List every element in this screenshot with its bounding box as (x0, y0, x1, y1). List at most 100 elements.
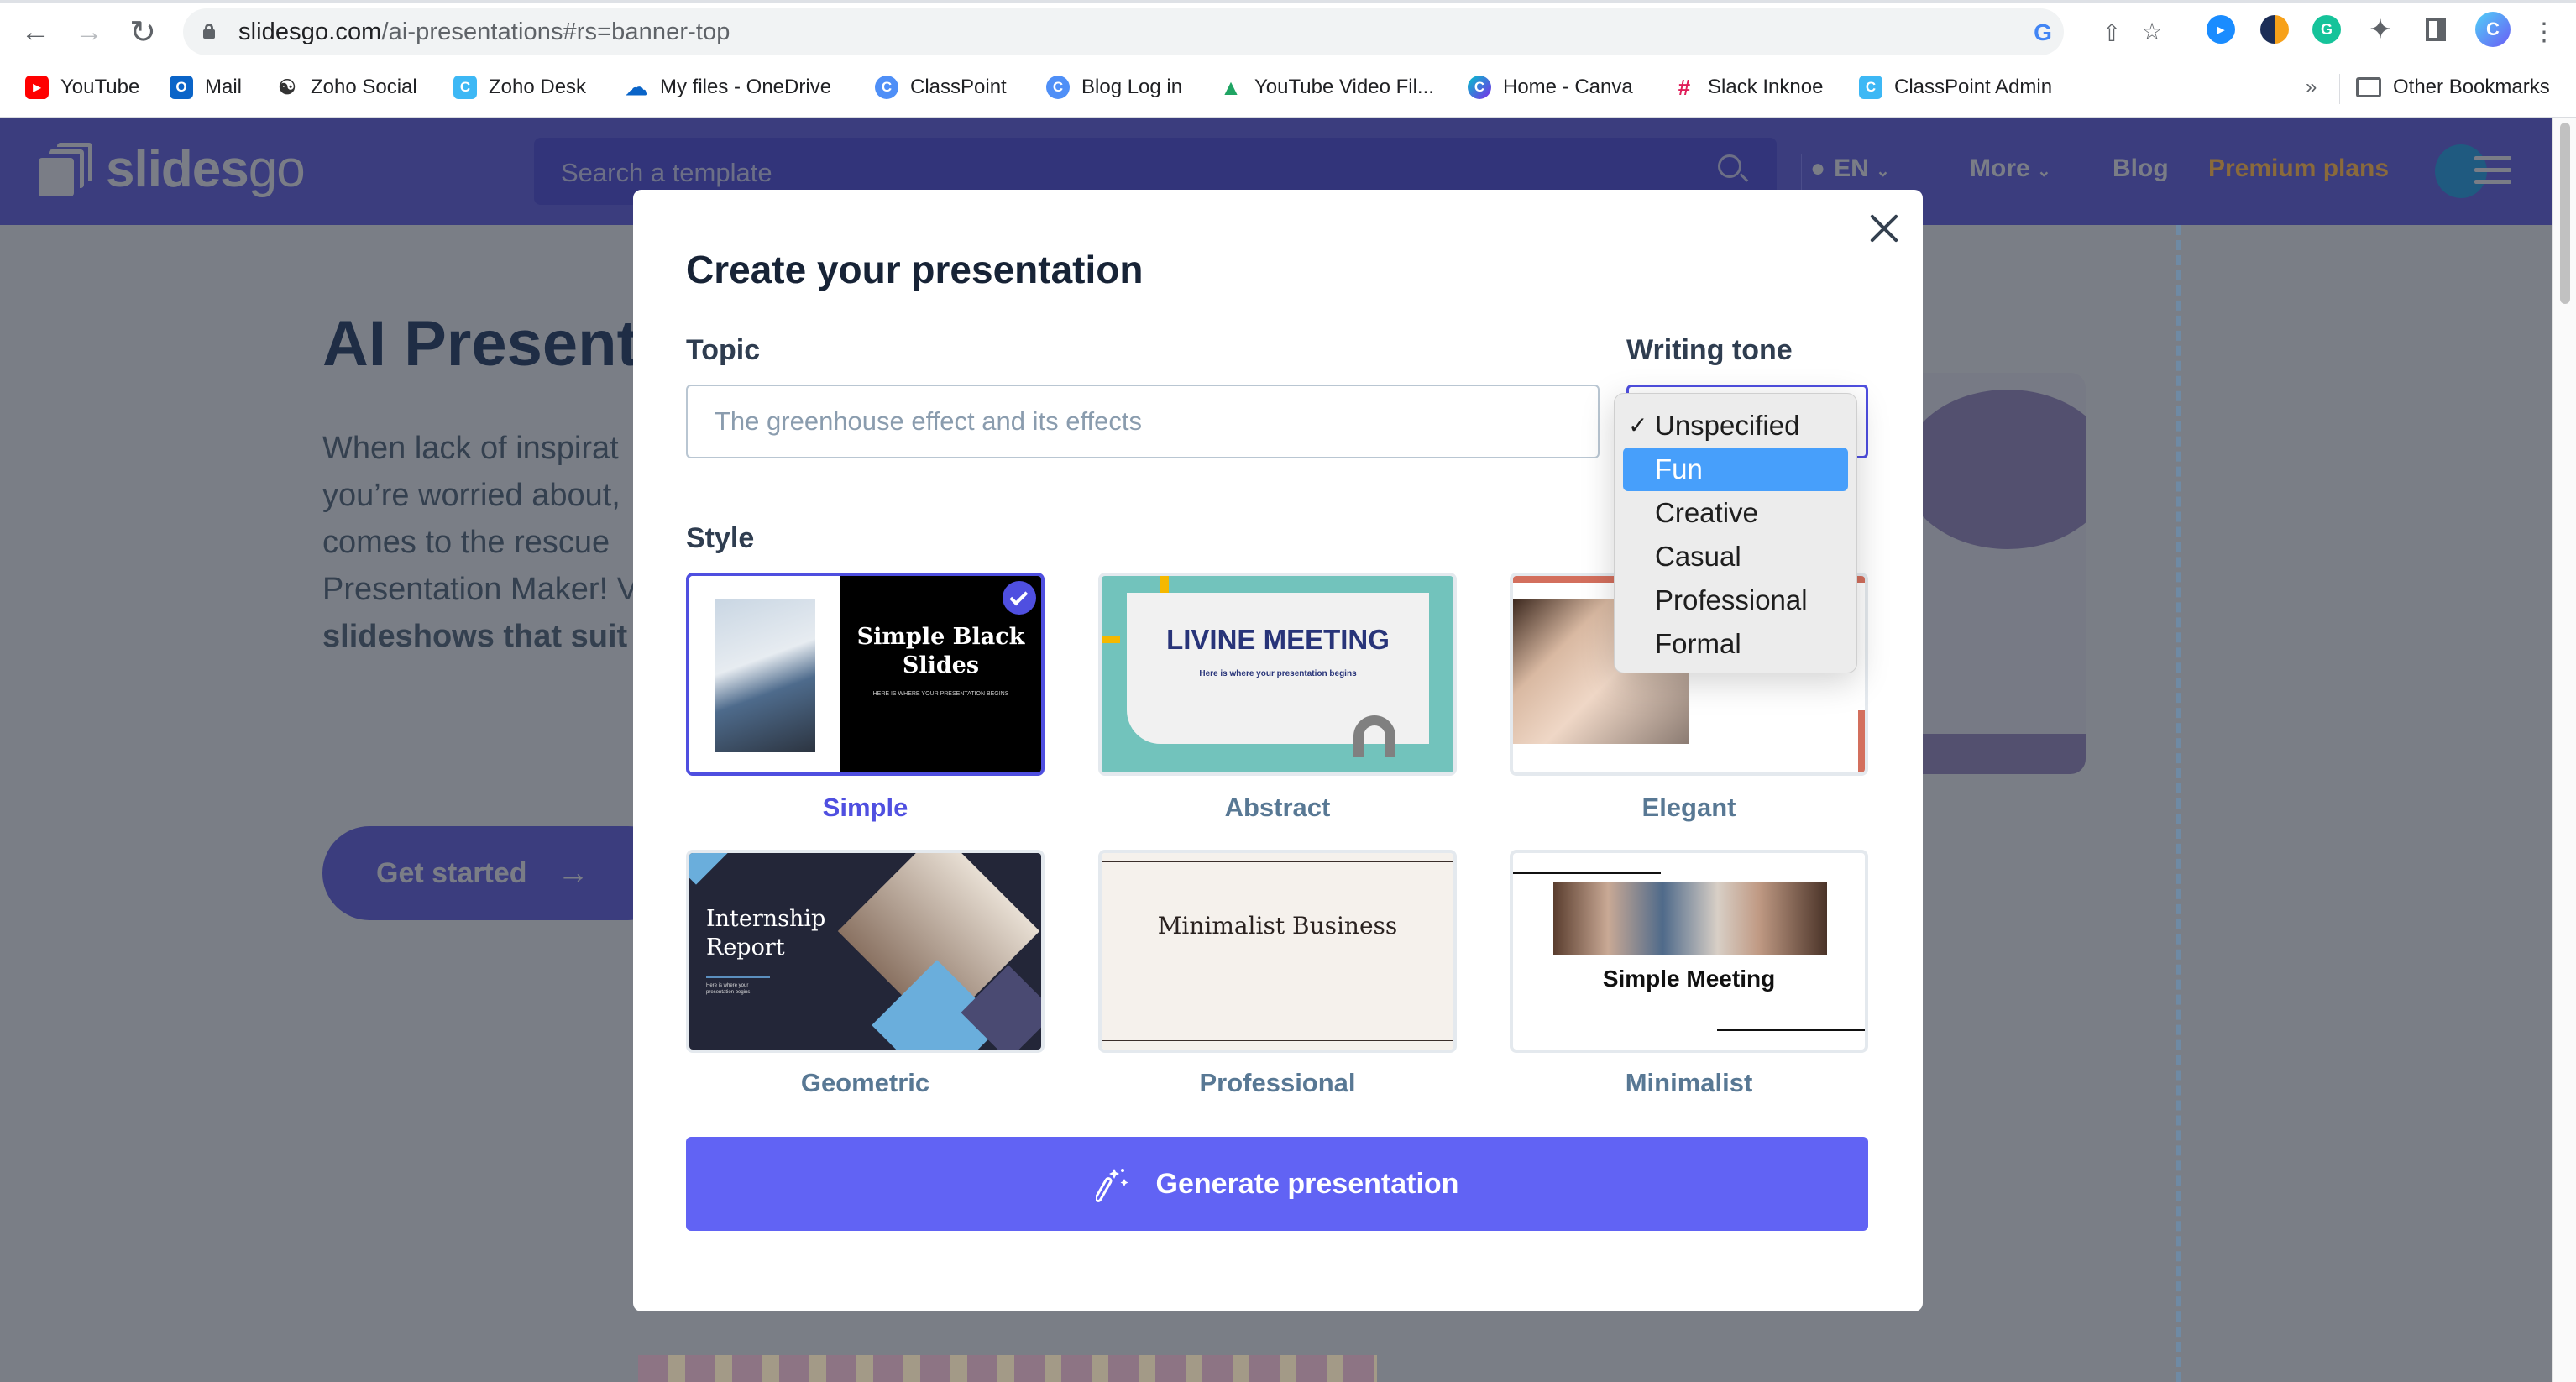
tone-option-creative[interactable]: Creative (1623, 491, 1848, 535)
bookmark-youtube[interactable]: ▶ YouTube (25, 72, 139, 102)
nav-more-label: More (1970, 154, 2030, 182)
close-icon[interactable] (1864, 208, 1904, 249)
style-label-professional[interactable]: Professional (1098, 1068, 1457, 1098)
search-icon[interactable] (1718, 154, 1751, 188)
selected-check-icon (1003, 581, 1036, 615)
topic-input[interactable] (686, 385, 1600, 458)
bookmark-zoho-desk[interactable]: C Zoho Desk (453, 72, 586, 102)
browser-toolbar: ← → ↻ slidesgo.com/ai-presentations#rs=b… (0, 0, 2576, 60)
language-selector[interactable]: ● EN ⌄ (1810, 154, 1890, 183)
decorative-dashed-line (2176, 225, 2181, 1382)
youtube-icon: ▶ (25, 76, 49, 99)
url-host: slidesgo.com (238, 18, 382, 45)
url-text[interactable]: slidesgo.com/ai-presentations#rs=banner-… (238, 18, 730, 46)
slack-icon: # (1678, 74, 1691, 100)
bookmark-youtube-video-filter[interactable]: ▲ YouTube Video Fil... (1219, 72, 1434, 102)
style-label-abstract[interactable]: Abstract (1098, 793, 1457, 823)
side-panel-icon[interactable] (2422, 15, 2450, 44)
menu-icon[interactable] (2474, 156, 2511, 191)
extensions-puzzle-icon[interactable]: ✦ (2366, 15, 2395, 44)
nav-more[interactable]: More ⌄ (1970, 154, 2051, 183)
writing-tone-label: Writing tone (1626, 334, 1793, 366)
chevron-down-icon: ⌄ (1876, 162, 1890, 181)
bookmark-label: Home - Canva (1503, 76, 1633, 98)
style-card-abstract[interactable]: LIVINE MEETING Here is where your present… (1098, 573, 1457, 776)
bookmark-home-canva[interactable]: C Home - Canva (1468, 72, 1633, 102)
bookmark-label: Blog Log in (1081, 76, 1183, 98)
profile-avatar-icon[interactable]: C (2475, 12, 2511, 47)
s-extension-icon[interactable] (2260, 15, 2289, 44)
classpoint-icon: C (1046, 76, 1070, 99)
bookmark-slack-inknoe[interactable]: # Slack Inknoe (1673, 72, 1824, 102)
bookmarks-overflow-button[interactable]: » (2306, 72, 2317, 102)
address-bar[interactable]: slidesgo.com/ai-presentations#rs=banner-… (183, 8, 2122, 55)
globe-icon: ● (1810, 154, 1826, 182)
back-arrow-icon[interactable]: ← (18, 15, 52, 49)
lock-icon[interactable] (203, 24, 215, 39)
style-label-elegant[interactable]: Elegant (1510, 793, 1868, 823)
nav-divider (1801, 154, 1802, 193)
style-label-minimalist[interactable]: Minimalist (1510, 1068, 1868, 1098)
thumbnail-photo (1553, 882, 1827, 955)
style-thumbnail: LIVINE MEETING Here is where your present… (1102, 576, 1453, 772)
generate-presentation-button[interactable]: Generate presentation (686, 1137, 1868, 1231)
style-card-minimalist[interactable]: Simple Meeting (1510, 850, 1868, 1053)
search-placeholder: Search a template (561, 158, 772, 187)
nav-blog[interactable]: Blog (2113, 154, 2169, 183)
nav-premium-plans[interactable]: Premium plans (2208, 154, 2389, 183)
tone-option-casual[interactable]: Casual (1623, 535, 1848, 578)
chrome-menu-icon[interactable]: ⋮ (2527, 15, 2561, 49)
hero-title: AI Present (322, 308, 638, 380)
bookmark-star-icon[interactable]: ☆ (2139, 18, 2165, 44)
decorative-bottom-art (638, 1355, 1377, 1382)
slidesgo-logo[interactable]: slidesgo (39, 140, 306, 198)
checkmark-icon: ✓ (1628, 412, 1648, 438)
thumbnail-title: Minimalist Business (1157, 912, 1398, 940)
scrollbar-thumb[interactable] (2560, 123, 2570, 304)
iq-player-extension-icon[interactable]: ▶ (2207, 15, 2235, 44)
chevron-down-icon: ⌄ (2037, 162, 2051, 181)
style-card-simple[interactable]: Simple Black Slides HERE IS WHERE YOUR PR… (686, 573, 1045, 776)
modal-title: Create your presentation (686, 248, 1144, 291)
thumbnail-subtitle: Here is where your presentation begins (706, 983, 751, 995)
reload-icon[interactable]: ↻ (126, 15, 160, 50)
url-path: /ai-presentations#rs=banner-top (381, 18, 730, 45)
topic-label: Topic (686, 334, 761, 366)
tone-option-professional[interactable]: Professional (1623, 578, 1848, 622)
thumbnail-title: LIVINE MEETING (1166, 624, 1390, 655)
bookmark-label: Mail (205, 76, 243, 98)
tab-strip-edge (0, 0, 2576, 3)
bookmark-classpoint[interactable]: C ClassPoint (875, 72, 1007, 102)
hero-line-bold: slideshows that suit (322, 619, 628, 654)
classpoint-icon: C (453, 76, 477, 99)
other-bookmarks-folder[interactable]: Other Bookmarks (2356, 72, 2550, 102)
tone-option-formal[interactable]: Formal (1623, 622, 1848, 666)
bookmark-onedrive[interactable]: ☁ My files - OneDrive (625, 72, 831, 102)
tone-option-fun[interactable]: Fun (1623, 448, 1848, 491)
google-lens-icon[interactable]: G (2030, 19, 2055, 45)
thumbnail-subtitle: HERE IS WHERE YOUR PRESENTATION BEGINS (872, 691, 1009, 697)
style-thumbnail: Minimalist Business (1102, 853, 1453, 1050)
style-card-professional[interactable]: Minimalist Business (1098, 850, 1457, 1053)
bookmark-label: ClassPoint Admin (1894, 76, 2053, 98)
forward-arrow-icon[interactable]: → (72, 15, 106, 49)
grammarly-icon[interactable]: G (2312, 15, 2341, 44)
tone-option-unspecified[interactable]: ✓ Unspecified (1623, 404, 1848, 448)
bookmark-blog-log-in[interactable]: C Blog Log in (1046, 72, 1182, 102)
get-started-button[interactable]: Get started → (322, 826, 675, 920)
get-started-label: Get started (376, 856, 527, 889)
style-label-geometric[interactable]: Geometric (686, 1068, 1045, 1098)
bookmarks-divider (2339, 74, 2340, 104)
logo-text-bold: slides (106, 140, 249, 198)
page-scrollbar[interactable] (2552, 118, 2576, 1382)
slidesgo-logo-icon (39, 143, 92, 196)
bookmark-label: ClassPoint (910, 76, 1007, 98)
thumbnail-title: Internship Report (706, 906, 826, 961)
bookmark-classpoint-admin[interactable]: C ClassPoint Admin (1859, 72, 2052, 102)
style-card-geometric[interactable]: Internship Report Here is where your pre… (686, 850, 1045, 1053)
share-icon[interactable]: ⇧ (2099, 20, 2124, 46)
bookmark-label: Slack Inknoe (1708, 76, 1824, 98)
style-label-simple[interactable]: Simple (686, 793, 1045, 823)
bookmark-mail[interactable]: O Mail (170, 72, 242, 102)
bookmark-zoho-social[interactable]: ☯ Zoho Social (275, 72, 417, 102)
